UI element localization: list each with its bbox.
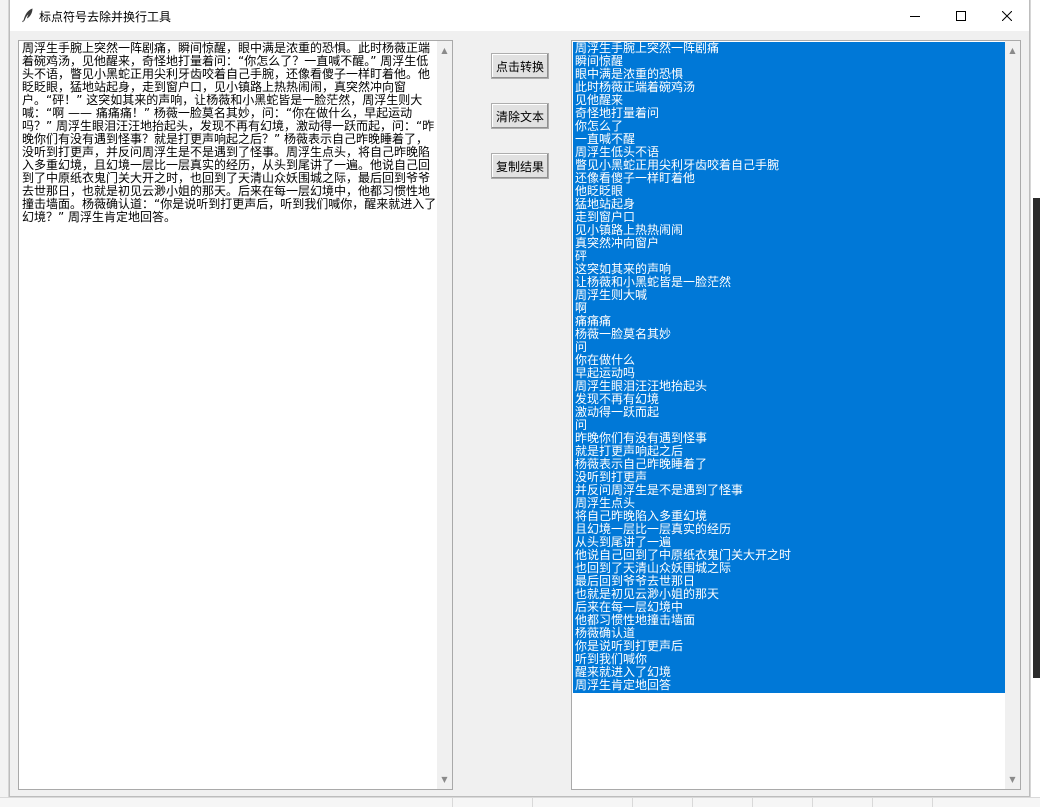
minimize-icon [910,6,920,25]
clear-text-button[interactable]: 清除文本 [491,103,549,129]
output-line: 周浮生手腕上突然一阵剧痛 [575,41,720,55]
output-line: 周浮生则大喊 [575,288,648,302]
output-line: 问 [575,340,588,354]
title-bar[interactable]: 标点符号去除并换行工具 [10,0,1029,31]
output-selection: 周浮生手腕上突然一阵剧痛 瞬间惊醒 眼中满是浓重的恐惧 此时杨薇正端着碗鸡汤 见他醒来奇… [573,42,1005,693]
output-scrollbar[interactable]: ▲ ▼ [1005,41,1020,789]
output-line: 你在做什么 [575,353,636,367]
background-app-right-strip [1030,0,1040,807]
background-app-left-strip [0,0,9,807]
input-textarea[interactable]: 周浮生手腕上突然一阵剧痛，瞬间惊醒，眼中满是浓重的恐惧。此时杨薇正端着碗鸡汤，见… [18,40,453,790]
input-text-content: 周浮生手腕上突然一阵剧痛，瞬间惊醒，眼中满是浓重的恐惧。此时杨薇正端着碗鸡汤，见… [22,41,437,224]
output-line: 杨薇一脸莫名其妙 [575,327,672,341]
output-line: 周浮生肯定地回答 [575,678,672,692]
output-line: 激动得一跃而起 [575,405,660,419]
output-line: 此时杨薇正端着碗鸡汤 [575,80,696,94]
output-textarea[interactable]: 周浮生手腕上突然一阵剧痛 瞬间惊醒 眼中满是浓重的恐惧 此时杨薇正端着碗鸡汤 见他醒来奇… [571,40,1021,790]
app-window: 标点符号去除并换行工具 周浮生手腕上突然一阵剧痛，瞬间惊醒，眼中满是浓重的恐惧。… [9,0,1030,797]
background-taskbar-strip [0,797,1040,807]
output-line: 他都习惯性地撞击墙面 [575,613,696,627]
maximize-button[interactable] [938,0,984,31]
output-line: 还像看傻子一样盯着他 [575,171,696,185]
output-line: 他眨眨眼 [575,184,624,198]
output-line: 真突然冲向窗户 [575,236,660,250]
close-button[interactable] [984,0,1030,31]
window-title: 标点符号去除并换行工具 [39,10,172,24]
output-line: 你怎么了 [575,119,624,133]
output-line: 奇怪地打量着问 [575,106,660,120]
output-line: 啊 [575,301,588,315]
scroll-down-icon[interactable]: ▼ [1005,772,1020,787]
copy-result-button[interactable]: 复制结果 [491,153,549,179]
scroll-up-icon[interactable]: ▲ [1005,43,1020,58]
scroll-up-icon[interactable]: ▲ [437,43,452,58]
minimize-button[interactable] [892,0,938,31]
scroll-down-icon[interactable]: ▼ [437,772,452,787]
close-icon [1001,6,1013,25]
background-dark-panel [1033,198,1040,678]
feather-icon [20,7,36,23]
input-scrollbar[interactable]: ▲ ▼ [437,41,452,789]
convert-button[interactable]: 点击转换 [491,53,549,79]
output-line: 并反问周浮生是不是遇到了怪事 [575,483,744,497]
output-line: 猛地站起身 [575,197,636,211]
maximize-icon [956,6,966,25]
